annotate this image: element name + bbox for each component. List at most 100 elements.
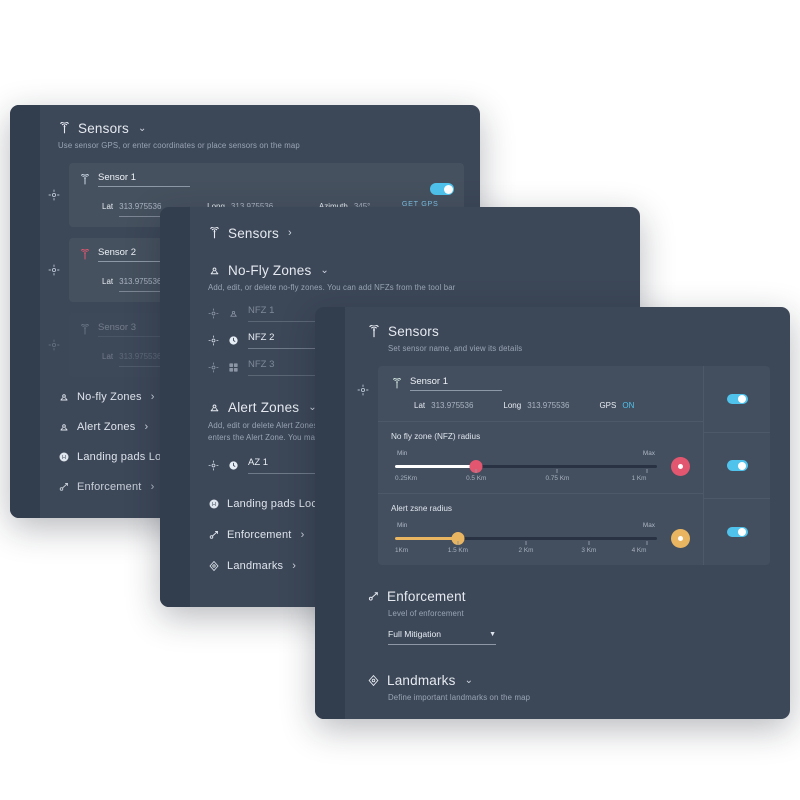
section-header-sensors[interactable]: Sensors ⌄ (58, 121, 462, 136)
panel-sensor-detail: Sensors Set sensor name, and view its de… (315, 307, 790, 719)
breadcrumb-sensors[interactable]: Sensors › (208, 226, 622, 241)
alert-toggle-cell (704, 499, 770, 565)
slider-tick-label: 1 Km (631, 475, 647, 482)
landmark-icon (367, 674, 380, 687)
sensor-name-row: Sensor 1 (391, 376, 690, 391)
slider-tick (646, 469, 648, 473)
circle-arrow-icon (228, 460, 239, 471)
slider-tick (588, 541, 590, 545)
antenna-icon (79, 173, 91, 186)
slider-tick-label: 1.5 Km (447, 547, 468, 554)
sensor-toggle-cell (704, 366, 770, 433)
sensor-enable-toggle[interactable] (726, 393, 748, 405)
sensor-toggles-column (703, 366, 770, 565)
slider-tick (457, 541, 459, 545)
sensors-subtitle: Use sensor GPS, or enter coordinates or … (58, 141, 300, 150)
long-value: 313.975536 (527, 401, 570, 410)
sensor-name-input[interactable]: Sensor 1 (410, 376, 502, 391)
lat-value: 313.975536 (431, 401, 474, 410)
chevron-down-icon[interactable]: ⌄ (138, 123, 147, 134)
alert-slider-fill (395, 537, 458, 540)
nfz-radius-slider[interactable]: Min Max 0.25Km 0.5 Km 0.75 Km 1 Km (395, 450, 657, 482)
target-icon[interactable] (48, 339, 60, 351)
enforcement-level-select[interactable]: Full Mitigation ▼ (388, 629, 496, 645)
alert-subtitle-line1: Add, edit or delete Alert Zones. Yo (208, 421, 332, 430)
helipad-icon: H (58, 451, 70, 463)
enforcement-icon (208, 529, 220, 541)
nfz-enable-toggle[interactable] (726, 460, 748, 471)
nfz-radius-block: No fly zone (NFZ) radius Min Max 0.25Km … (378, 422, 703, 494)
slider-tick-label: 3 Km (581, 547, 597, 554)
enforcement-subtitle: Level of enforcement (388, 609, 464, 618)
landmarks-subtitle: Define important landmarks on the map (388, 693, 531, 702)
helipad-icon: H (208, 498, 220, 510)
section-header-landmarks[interactable]: Landmarks ⌄ (367, 673, 770, 688)
enforcement-select-value: Full Mitigation (388, 629, 442, 639)
drone-zone-icon (228, 308, 239, 319)
sensor-name-input[interactable]: Sensor 1 (98, 172, 190, 187)
alert-tick-labels: 1Km 1.5 Km 2 Km 3 Km 4 Km (395, 547, 657, 557)
svg-text:H: H (62, 455, 66, 461)
target-icon[interactable] (208, 460, 219, 471)
section-title: No-Fly Zones (228, 263, 312, 278)
nfz-color-indicator[interactable] (671, 456, 690, 476)
sensor-detail-card: Sensor 1 Lat 313.975536 Long 313.975536 (378, 366, 770, 565)
slider-tick (475, 469, 477, 473)
section-title: Sensors (388, 324, 439, 339)
section-header-no-fly-zones[interactable]: No-Fly Zones ⌄ (208, 263, 622, 278)
drone-zone-icon (208, 401, 221, 414)
section-title: Enforcement (387, 589, 466, 604)
slider-tick (525, 541, 527, 545)
nfz-slider-track[interactable] (395, 465, 657, 468)
chevron-right-icon: › (150, 480, 155, 493)
sensor-name-row: Sensor 1 (79, 172, 454, 187)
target-icon[interactable] (208, 308, 219, 319)
chevron-down-icon[interactable]: ⌄ (320, 265, 329, 276)
alert-max-label: Max (642, 522, 655, 529)
drone-zone-icon (208, 264, 221, 277)
landmark-icon (208, 560, 220, 572)
antenna-icon (208, 227, 221, 240)
slider-tick-label: 1Km (395, 547, 409, 554)
slider-tick-label: 0.75 Km (545, 475, 570, 482)
chevron-down-icon[interactable]: ⌄ (465, 675, 474, 686)
grid-zone-icon (228, 362, 239, 373)
sensor-identity-block: Sensor 1 Lat 313.975536 Long 313.975536 (378, 366, 703, 422)
antenna-icon-red (79, 248, 91, 261)
breadcrumb-label: Sensors (228, 226, 279, 241)
lat-input[interactable]: 313.975536 (119, 202, 161, 211)
enforcement-icon (367, 590, 380, 603)
alert-radius-title: Alert zsne radius (391, 504, 452, 513)
drone-zone-icon (58, 391, 70, 403)
drone-zone-icon (58, 421, 70, 433)
target-icon[interactable] (208, 335, 219, 346)
nav-label: Landmarks (227, 560, 284, 573)
target-icon[interactable] (208, 362, 219, 373)
nfz-min-label: Min (397, 450, 408, 457)
alert-enable-toggle[interactable] (726, 526, 748, 538)
alert-color-indicator[interactable] (671, 528, 690, 548)
slider-tick-label: 2 Km (518, 547, 534, 554)
nav-label: Alert Zones (77, 421, 136, 433)
slider-tick-label: 0.5 Km (466, 475, 487, 482)
enforcement-icon (58, 481, 70, 493)
target-icon[interactable] (48, 189, 60, 201)
panel-rail (315, 307, 345, 719)
app-stage: Sensors ⌄ Use sensor GPS, or enter coord… (0, 0, 800, 800)
sensor-toggle[interactable] (430, 183, 454, 195)
panel-rail (160, 207, 190, 607)
alert-slider-track[interactable] (395, 537, 657, 540)
antenna-icon (367, 324, 381, 339)
lat-input[interactable]: 313.975536 (119, 352, 161, 361)
nav-label: Enforcement (77, 481, 142, 493)
target-icon[interactable] (48, 264, 60, 276)
lat-input[interactable]: 313.975536 (119, 277, 161, 286)
lat-label: Lat (102, 352, 114, 361)
section-header-sensors: Sensors (367, 324, 770, 339)
slider-tick (556, 469, 558, 473)
target-icon[interactable] (357, 384, 369, 396)
alert-radius-slider[interactable]: Min Max 1Km 1.5 Km 2 Km 3 Km 4 Km (395, 522, 657, 554)
chevron-down-icon: ▼ (489, 630, 496, 638)
chevron-right-icon: › (287, 227, 292, 239)
antenna-icon (58, 122, 71, 135)
